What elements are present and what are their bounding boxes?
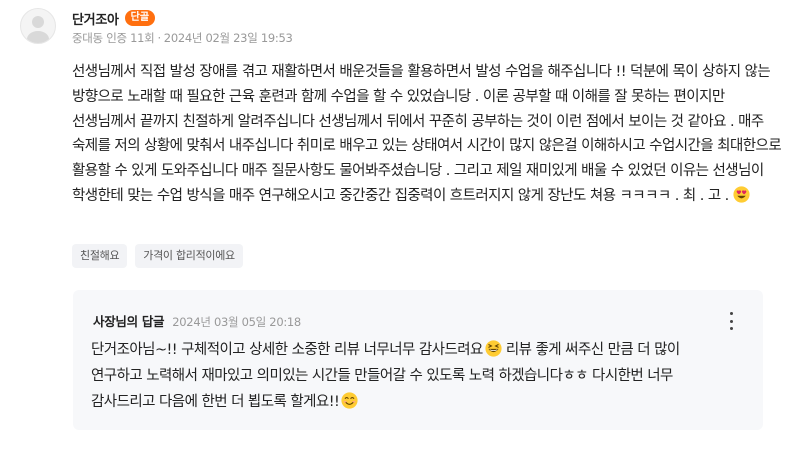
reply-body-part1: 단거조아님~!! 구체적이고 상세한 소중한 리뷰 너무너무 감사드려요 — [91, 342, 483, 358]
regular-badge: 단골 — [124, 10, 156, 26]
smiling-emoji-icon — [341, 392, 358, 409]
kebab-dot — [729, 319, 733, 323]
reply-date: 2024년 03월 05일 20:18 — [172, 315, 301, 329]
review-tags: 친절해요 가격이 합리적이에요 — [72, 244, 243, 268]
reply-text: 단거조아님~!! 구체적이고 상세한 소중한 리뷰 너무너무 감사드려요 리뷰 … — [91, 337, 731, 415]
author-row: 단거조아 단골 — [72, 9, 156, 28]
owner-reply: 사장님의 답글 2024년 03월 05일 20:18 단거조아님~!! 구체적… — [73, 290, 763, 430]
reply-title: 사장님의 답글 — [93, 314, 165, 329]
user-avatar-icon — [27, 16, 49, 43]
review-meta: 중대동 인증 11회 · 2024년 02월 23일 19:53 — [72, 30, 293, 46]
location-verification: 중대동 인증 11회 — [72, 31, 155, 45]
review-date: 2024년 02월 23일 19:53 — [163, 31, 293, 45]
heart-eyes-emoji-icon — [733, 186, 750, 203]
review-body-text: 선생님께서 직접 발성 장애를 겪고 재활하면서 배운것들을 활용하면서 발성 … — [72, 64, 782, 204]
kebab-dot — [729, 327, 733, 330]
reply-header: 사장님의 답글 2024년 03월 05일 20:18 — [93, 311, 301, 330]
meta-separator: · — [157, 31, 161, 45]
author-name[interactable]: 단거조아 — [72, 9, 119, 28]
grinning-squinting-emoji-icon — [485, 340, 502, 357]
review-text: 선생님께서 직접 발성 장애를 겪고 재활하면서 배운것들을 활용하면서 발성 … — [72, 60, 784, 209]
avatar[interactable] — [20, 8, 56, 44]
tag-reasonable-price[interactable]: 가격이 합리적이에요 — [135, 244, 243, 268]
tag-kind[interactable]: 친절해요 — [72, 244, 128, 268]
more-vertical-icon[interactable] — [723, 312, 739, 330]
kebab-dot — [729, 312, 733, 315]
